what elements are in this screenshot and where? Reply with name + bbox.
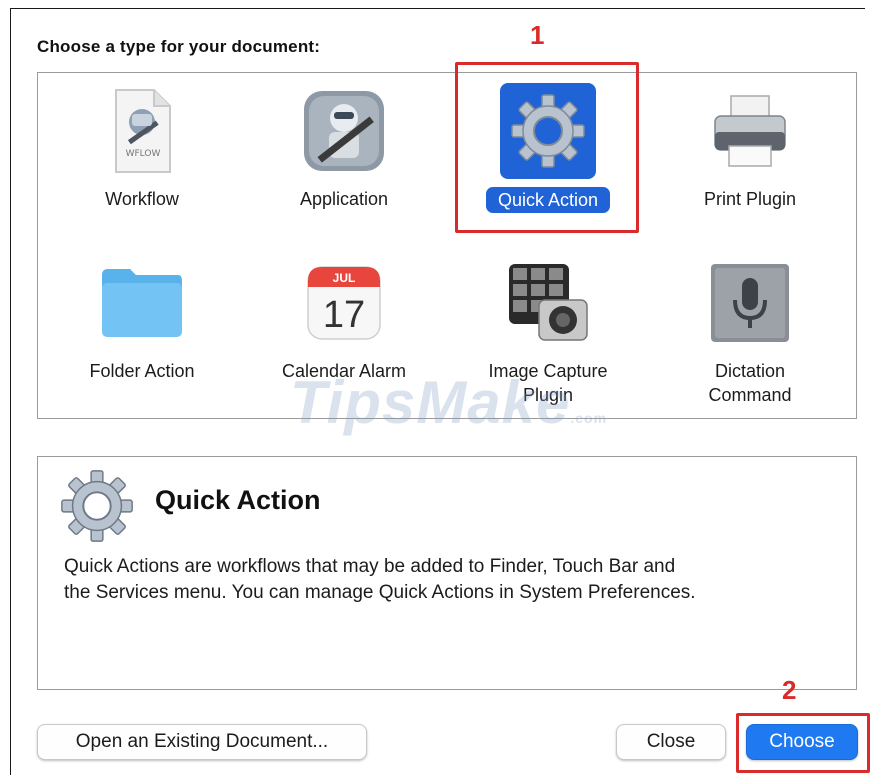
workflow-icon-caption: WFLOW (126, 149, 161, 159)
description-title: Quick Action (155, 485, 321, 515)
watermark: TipsMake.com (290, 369, 608, 436)
type-label-dictation-command: Dictation Command (708, 361, 792, 405)
type-label-workflow: Workflow (105, 189, 179, 209)
calendar-icon: JUL 17 (296, 255, 392, 351)
document-type-grid: WFLOW Workflow Application Quick Action … (37, 72, 857, 419)
microphone-icon (702, 255, 798, 351)
open-existing-document-button[interactable]: Open an Existing Document... (37, 724, 367, 760)
folder-icon (94, 255, 190, 351)
description-text: Quick Actions are workflows that may be … (64, 556, 696, 603)
type-dictation-command[interactable]: Dictation Command (660, 255, 840, 407)
close-button[interactable]: Close (616, 724, 726, 760)
workflow-file-icon: WFLOW (94, 83, 190, 179)
annotation-number-2: 2 (782, 675, 797, 705)
annotation-number-1: 1 (530, 20, 545, 50)
image-capture-icon (500, 255, 596, 351)
calendar-icon-day: 17 (323, 294, 365, 336)
automator-robot-icon (296, 83, 392, 179)
type-print-plugin[interactable]: Print Plugin (660, 83, 840, 211)
annotation-box-choose (736, 713, 870, 773)
type-folder-action[interactable]: Folder Action (52, 255, 232, 383)
printer-icon (702, 83, 798, 179)
type-calendar-alarm[interactable]: JUL 17 Calendar Alarm (254, 255, 434, 383)
type-label-folder-action: Folder Action (89, 361, 195, 381)
type-label-print-plugin: Print Plugin (703, 189, 797, 209)
calendar-icon-month: JUL (333, 271, 356, 285)
type-application[interactable]: Application (254, 83, 434, 211)
type-workflow[interactable]: WFLOW Workflow (52, 83, 232, 211)
type-label-application: Application (299, 189, 389, 209)
annotation-box-quick-action (455, 62, 639, 233)
gear-icon (56, 465, 138, 547)
dialog-heading: Choose a type for your document: (37, 37, 321, 56)
description-panel: Quick Action Quick Actions are workflows… (37, 456, 857, 690)
